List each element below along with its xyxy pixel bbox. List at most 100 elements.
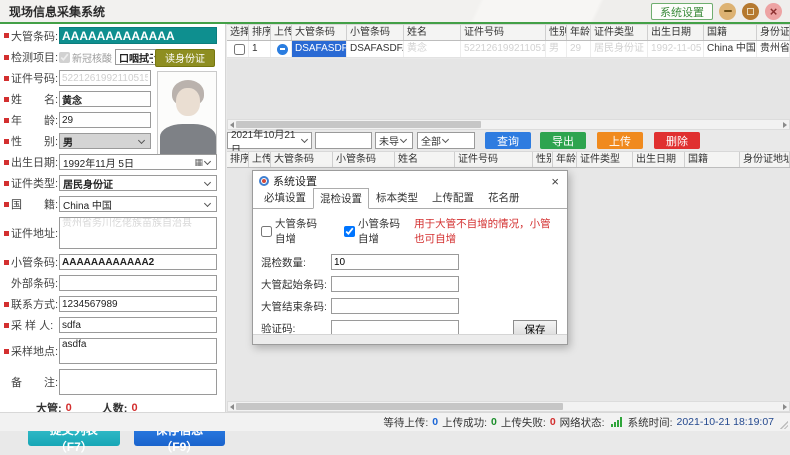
upload-button[interactable]: 上传 xyxy=(597,132,643,149)
upload-fail-label: 上传失败: xyxy=(501,415,546,430)
col-small-barcode[interactable]: 小管条码 xyxy=(347,25,404,40)
col-age[interactable]: 年龄 xyxy=(553,152,577,167)
col-birth-date[interactable]: 出生日期 xyxy=(633,152,685,167)
col-address[interactable]: 身份证地址 xyxy=(757,25,790,40)
tab-required-settings[interactable]: 必填设置 xyxy=(257,187,313,208)
dialog-close-icon[interactable]: × xyxy=(549,175,561,188)
filter-scope-select[interactable]: 全部 xyxy=(417,132,475,149)
name-label: 姓 名: xyxy=(11,91,59,107)
id-type-select[interactable]: 居民身份证 xyxy=(59,175,217,191)
id-address-textarea[interactable]: 贵州省务川仡佬族苗族自治县 xyxy=(59,217,217,249)
row-address-cell: 贵州省务川仡佬族苗族自治县 xyxy=(757,41,790,57)
col-small-barcode[interactable]: 小管条码 xyxy=(333,152,395,167)
contact-input[interactable] xyxy=(59,296,217,312)
col-upload[interactable]: 上传 xyxy=(271,25,292,40)
table-row[interactable]: 1 DSAFASDFAAAS DSAFASDFAAAS1 黄念 52212619… xyxy=(227,41,790,58)
col-id-number[interactable]: 证件号码 xyxy=(461,25,546,40)
col-address[interactable]: 身份证地址 xyxy=(740,152,790,167)
age-input[interactable] xyxy=(59,112,151,128)
resize-grip[interactable] xyxy=(779,420,788,429)
mix-count-input[interactable] xyxy=(331,254,459,270)
row-checkbox[interactable] xyxy=(234,44,245,55)
minimize-button[interactable] xyxy=(719,3,736,20)
system-settings-button[interactable]: 系统设置 xyxy=(651,3,713,20)
big-barcode-input[interactable] xyxy=(59,27,217,44)
table2-scroll-thumb[interactable] xyxy=(236,403,563,410)
close-button[interactable]: × xyxy=(765,3,782,20)
window-titlebar[interactable]: 现场信息采集系统 系统设置 × xyxy=(0,0,790,22)
col-upload[interactable]: 上传 xyxy=(249,152,271,167)
required-marker xyxy=(4,231,9,236)
name-input[interactable] xyxy=(59,91,151,107)
tab-specimen-type[interactable]: 标本类型 xyxy=(369,187,425,208)
birth-date-row: 出生日期: 1992年11月 5日 ▦ xyxy=(4,154,225,170)
nationality-select[interactable]: China 中国 xyxy=(59,196,217,212)
required-marker xyxy=(4,260,9,265)
col-order[interactable]: 排序 xyxy=(249,25,271,40)
col-id-number[interactable]: 证件号码 xyxy=(455,152,533,167)
big-start-input[interactable] xyxy=(331,276,459,292)
upload-dash xyxy=(280,48,285,50)
id-number-input[interactable] xyxy=(59,70,151,86)
tab-upload-config[interactable]: 上传配置 xyxy=(425,187,481,208)
table1-empty-area xyxy=(227,59,790,119)
row-select-cell xyxy=(227,41,249,57)
sample-site-label: 采样地点: xyxy=(11,343,59,359)
small-barcode-auto-checkbox[interactable] xyxy=(344,226,355,237)
maximize-button[interactable] xyxy=(742,3,759,20)
required-marker xyxy=(4,55,9,60)
filter-date-picker[interactable]: 2021年10月21日 xyxy=(227,132,312,149)
export-button[interactable]: 导出 xyxy=(540,132,586,149)
external-barcode-input[interactable] xyxy=(59,275,217,291)
birth-date-picker[interactable]: 1992年11月 5日 ▦ xyxy=(59,154,217,170)
chevron-down-icon xyxy=(204,199,211,206)
col-big-barcode[interactable]: 大管条码 xyxy=(271,152,333,167)
contact-label: 联系方式: xyxy=(11,296,59,312)
sample-site-textarea[interactable]: asdfa xyxy=(59,338,217,364)
col-big-barcode[interactable]: 大管条码 xyxy=(292,25,347,40)
big-end-row: 大管结束条码: xyxy=(261,298,559,314)
sampler-input[interactable] xyxy=(59,317,217,333)
small-barcode-row: 小管条码: xyxy=(4,254,225,270)
delete-button[interactable]: 删除 xyxy=(654,132,700,149)
tab-mix-settings[interactable]: 混检设置 xyxy=(313,188,369,209)
filter-scope-value: 全部 xyxy=(421,133,441,148)
covid-nucleic-label: 新冠核酸 xyxy=(72,50,112,65)
tab-roster[interactable]: 花名册 xyxy=(481,187,527,208)
remark-textarea[interactable] xyxy=(59,369,217,395)
col-nationality[interactable]: 国籍 xyxy=(685,152,740,167)
required-marker xyxy=(4,349,9,354)
gender-select[interactable]: 男 xyxy=(59,133,151,149)
row-gender-cell: 男 xyxy=(546,41,567,57)
maximize-icon xyxy=(747,8,754,15)
col-birth-date[interactable]: 出生日期 xyxy=(648,25,704,40)
filter-search-input[interactable] xyxy=(315,132,372,149)
col-gender[interactable]: 性别 xyxy=(533,152,553,167)
covid-nucleic-checkbox[interactable] xyxy=(59,52,70,63)
table2-hscrollbar[interactable] xyxy=(227,401,790,412)
small-barcode-input[interactable] xyxy=(59,254,217,270)
id-type-value: 居民身份证 xyxy=(63,176,203,191)
table1-hscrollbar[interactable] xyxy=(227,119,790,130)
scroll-right-icon[interactable] xyxy=(783,404,787,410)
read-id-card-button[interactable]: 读身份证（F5） xyxy=(155,49,215,67)
row-id-number-cell: 522126199211051531 xyxy=(461,41,546,57)
big-barcode-auto-checkbox[interactable] xyxy=(261,226,272,237)
big-end-input[interactable] xyxy=(331,298,459,314)
row-birth-date-cell: 1992-11-05 xyxy=(648,41,704,57)
col-name[interactable]: 姓名 xyxy=(395,152,455,167)
col-id-type[interactable]: 证件类型 xyxy=(577,152,633,167)
network-signal-icon xyxy=(611,417,622,427)
col-age[interactable]: 年龄 xyxy=(567,25,591,40)
col-name[interactable]: 姓名 xyxy=(404,25,461,40)
query-button[interactable]: 查询 xyxy=(485,132,531,149)
required-marker xyxy=(4,202,9,207)
scroll-left-icon[interactable] xyxy=(230,404,234,410)
col-order[interactable]: 排序 xyxy=(227,152,249,167)
filter-export-state-select[interactable]: 未导 xyxy=(375,132,413,149)
col-id-type[interactable]: 证件类型 xyxy=(591,25,648,40)
col-gender[interactable]: 性别 xyxy=(546,25,567,40)
scroll-right-icon[interactable] xyxy=(783,122,787,128)
col-select[interactable]: 选择 xyxy=(227,25,249,40)
col-nationality[interactable]: 国籍 xyxy=(704,25,757,40)
